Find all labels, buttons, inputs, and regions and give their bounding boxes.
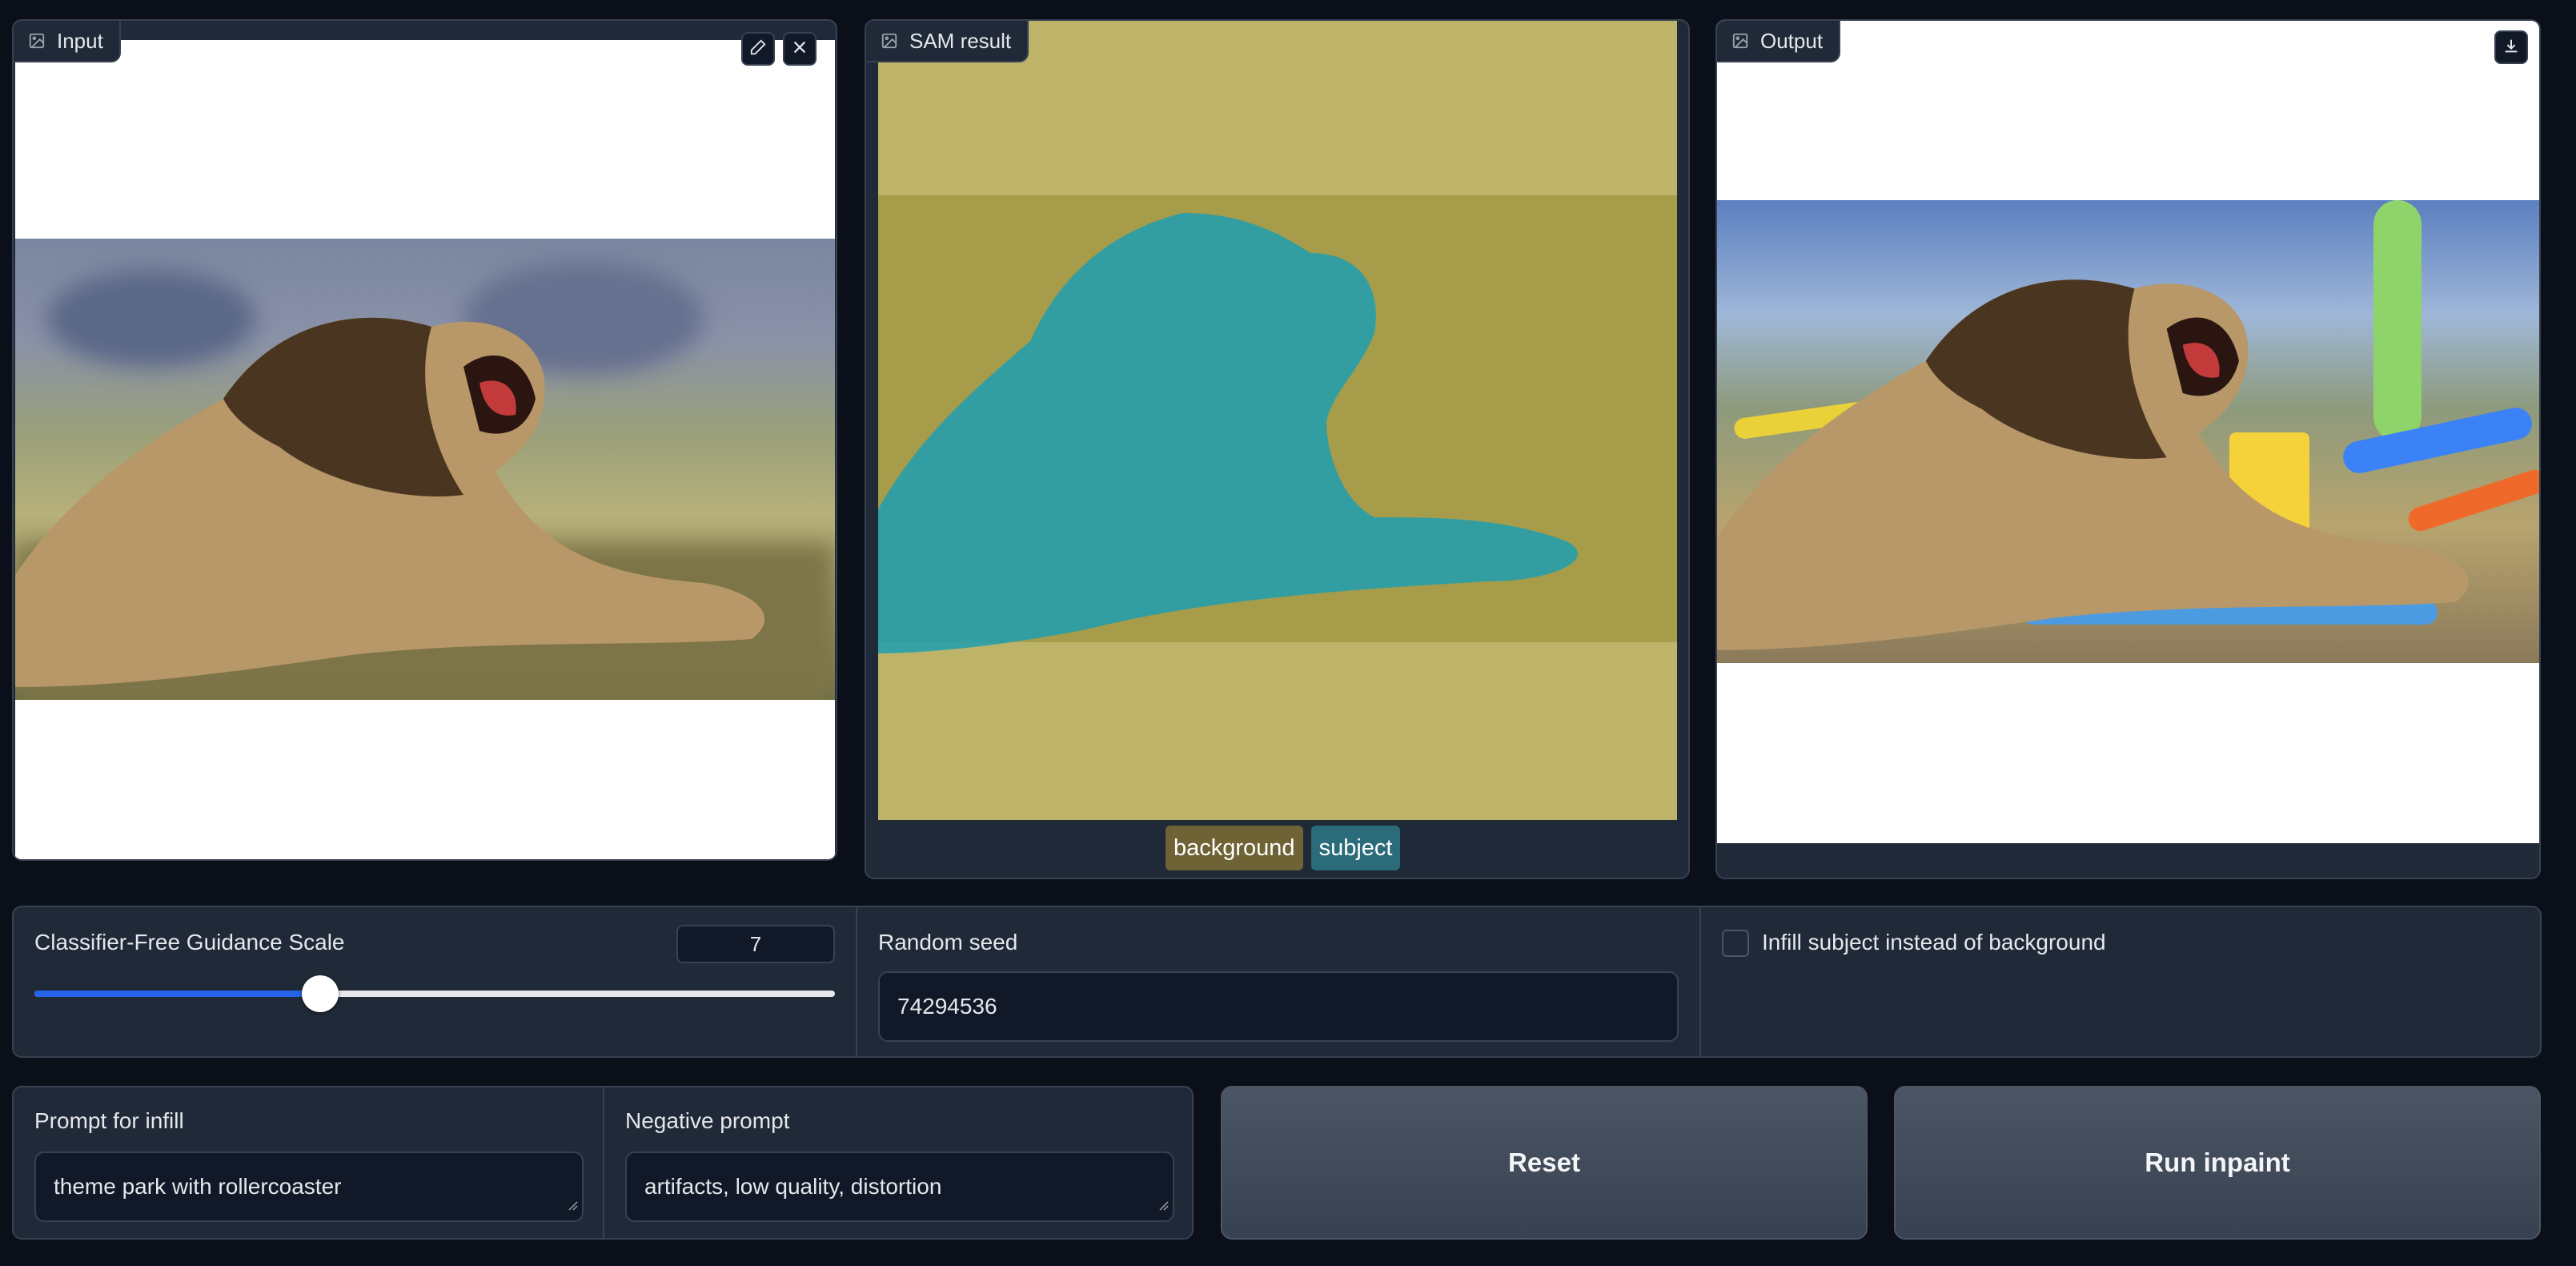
- legend-subject-chip: subject: [1310, 826, 1401, 870]
- infill-subject-block: Infill subject instead of background: [1699, 907, 2540, 1056]
- image-icon: [1731, 32, 1749, 50]
- output-image-panel: Output: [1715, 19, 2541, 879]
- output-photo: [1717, 200, 2539, 663]
- resize-grip-icon[interactable]: [1158, 1192, 1170, 1217]
- input-photo: [15, 239, 835, 700]
- lion-figure: [1717, 279, 2469, 650]
- input-panel-label: Input: [14, 21, 121, 62]
- resize-grip-icon[interactable]: [568, 1192, 579, 1217]
- edit-button[interactable]: [741, 32, 775, 66]
- negative-prompt-text: artifacts, low quality, distortion: [644, 1174, 942, 1199]
- sam-legend: background subject: [1166, 826, 1401, 870]
- clear-button[interactable]: [783, 32, 817, 66]
- mask-subject-region: [878, 213, 1578, 653]
- legend-background-chip: background: [1166, 826, 1303, 870]
- download-button[interactable]: [2494, 30, 2528, 64]
- input-canvas[interactable]: [15, 40, 835, 859]
- infill-subject-label[interactable]: Infill subject instead of background: [1762, 930, 2106, 955]
- infill-subject-checkbox[interactable]: [1722, 930, 1749, 957]
- settings-row: Classifier-Free Guidance Scale 7 Random …: [12, 906, 2542, 1058]
- output-label-text: Output: [1760, 28, 1824, 53]
- input-image-panel[interactable]: Input: [12, 19, 837, 861]
- infill-prompt-text: theme park with rollercoaster: [54, 1174, 342, 1199]
- sam-mask-image: [878, 21, 1677, 820]
- cfg-scale-block: Classifier-Free Guidance Scale 7: [14, 907, 856, 1056]
- random-seed-block: Random seed 74294536: [856, 907, 1699, 1056]
- image-icon: [881, 32, 898, 50]
- sam-panel-label: SAM result: [866, 21, 1029, 62]
- infill-prompt-textarea[interactable]: theme park with rollercoaster: [34, 1151, 584, 1222]
- cfg-slider-fill: [34, 991, 320, 997]
- reset-button[interactable]: Reset: [1221, 1086, 1868, 1240]
- cfg-slider-thumb[interactable]: [302, 975, 339, 1012]
- negative-prompt-block: Negative prompt artifacts, low quality, …: [603, 1087, 1192, 1238]
- infill-prompt-label: Prompt for infill: [34, 1108, 184, 1133]
- sam-label-text: SAM result: [909, 28, 1012, 53]
- close-icon: [791, 38, 809, 60]
- cfg-scale-label: Classifier-Free Guidance Scale: [34, 930, 345, 955]
- pencil-icon: [749, 38, 767, 60]
- input-label-text: Input: [57, 28, 103, 53]
- output-panel-label: Output: [1717, 21, 1841, 62]
- cfg-scale-number-input[interactable]: 7: [676, 925, 835, 963]
- negative-prompt-label: Negative prompt: [625, 1108, 790, 1133]
- sam-result-panel: SAM result background subject: [865, 19, 1690, 879]
- output-canvas: [1717, 21, 2539, 843]
- negative-prompt-textarea[interactable]: artifacts, low quality, distortion: [625, 1151, 1174, 1222]
- run-inpaint-button[interactable]: Run inpaint: [1894, 1086, 2541, 1240]
- cfg-scale-slider[interactable]: [34, 975, 835, 1012]
- random-seed-input[interactable]: 74294536: [878, 971, 1679, 1042]
- random-seed-label: Random seed: [878, 930, 1018, 955]
- app-root: Input SAM result background subject Outp…: [0, 0, 2576, 1266]
- download-icon: [2502, 37, 2520, 58]
- prompts-row: Prompt for infill theme park with roller…: [12, 1086, 1194, 1240]
- image-icon: [28, 32, 46, 50]
- lion-figure: [15, 317, 765, 687]
- infill-prompt-block: Prompt for infill theme park with roller…: [14, 1087, 603, 1238]
